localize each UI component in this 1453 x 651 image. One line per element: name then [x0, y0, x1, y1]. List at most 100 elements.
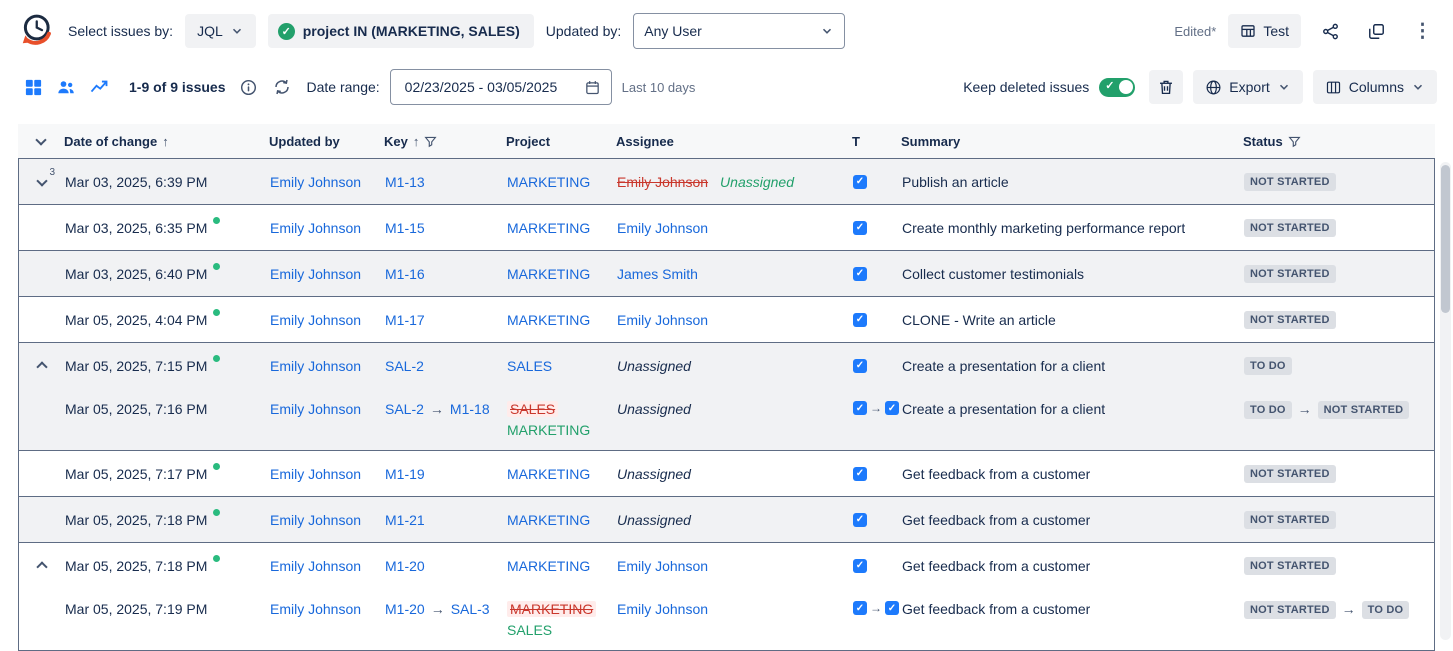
- keep-deleted-label: Keep deleted issues: [963, 79, 1089, 95]
- grid-view-icon[interactable]: [24, 78, 43, 97]
- date-text: Mar 03, 2025, 6:40 PM: [65, 266, 207, 282]
- summary-text: Create a presentation for a client: [902, 401, 1105, 417]
- project-link[interactable]: MARKETING: [507, 512, 590, 528]
- date-text: Mar 05, 2025, 7:15 PM: [65, 358, 207, 374]
- updated-by-select[interactable]: Any User: [633, 13, 845, 49]
- assignee-cell: Emily Johnson: [617, 558, 853, 574]
- summary-text: Create monthly marketing performance rep…: [902, 220, 1185, 236]
- column-header-key[interactable]: Key ↑: [384, 134, 506, 149]
- assignee-link[interactable]: Emily Johnson: [617, 558, 708, 574]
- updated-by-link[interactable]: Emily Johnson: [270, 558, 361, 574]
- test-view-button[interactable]: Test: [1228, 14, 1301, 48]
- column-header-updated-by[interactable]: Updated by: [269, 134, 384, 149]
- column-header-summary[interactable]: Summary: [901, 134, 1243, 149]
- project-link[interactable]: MARKETING: [507, 220, 590, 236]
- key-link[interactable]: M1-15: [385, 220, 425, 236]
- assignee-link[interactable]: Emily Johnson: [617, 601, 708, 617]
- date-text: Mar 03, 2025, 6:35 PM: [65, 220, 207, 236]
- column-header-type[interactable]: T: [852, 134, 901, 149]
- assignee-cell: Unassigned: [617, 358, 853, 374]
- summary-text: Get feedback from a customer: [902, 466, 1090, 482]
- key-link[interactable]: SAL-2: [385, 358, 424, 374]
- updated-by-link[interactable]: Emily Johnson: [270, 266, 361, 282]
- assignee-cell: James Smith: [617, 266, 853, 282]
- status-cell: NOT STARTED→TO DO: [1244, 601, 1434, 619]
- date-range-input[interactable]: 02/23/2025 - 03/05/2025: [390, 69, 612, 105]
- status-cell: NOT STARTED: [1244, 311, 1434, 329]
- key-link[interactable]: M1-21: [385, 512, 425, 528]
- project-link[interactable]: MARKETING: [507, 558, 590, 574]
- jql-dropdown-button[interactable]: JQL: [185, 14, 256, 48]
- keep-deleted-toggle[interactable]: [1099, 78, 1135, 97]
- columns-button[interactable]: Columns: [1313, 70, 1437, 104]
- share-button[interactable]: [1313, 14, 1347, 48]
- task-type-icon: ✓: [853, 601, 867, 615]
- more-menu-button[interactable]: ⋮: [1405, 14, 1439, 48]
- chart-view-icon[interactable]: [89, 77, 109, 97]
- scrollbar-thumb[interactable]: [1441, 165, 1450, 313]
- assignee-cell: Emily JohnsonUnassigned: [617, 174, 853, 190]
- column-header-assignee[interactable]: Assignee: [616, 134, 852, 149]
- updated-by-link[interactable]: Emily Johnson: [270, 466, 361, 482]
- key-link[interactable]: M1-19: [385, 466, 425, 482]
- project-link[interactable]: SALES: [507, 358, 552, 374]
- filter-funnel-icon[interactable]: [1288, 135, 1301, 148]
- table-row: 3Mar 03, 2025, 6:39 PMEmily JohnsonM1-13…: [19, 159, 1434, 204]
- date-text: Mar 05, 2025, 7:19 PM: [65, 601, 207, 617]
- project-link[interactable]: MARKETING: [507, 266, 590, 282]
- column-header-date[interactable]: Date of change ↑: [64, 134, 269, 149]
- status-badge-new: TO DO: [1362, 601, 1410, 619]
- updated-by-link[interactable]: Emily Johnson: [270, 512, 361, 528]
- updated-by-link[interactable]: Emily Johnson: [270, 220, 361, 236]
- refresh-icon[interactable]: [273, 78, 291, 96]
- updated-by-link[interactable]: Emily Johnson: [270, 174, 361, 190]
- key-link[interactable]: M1-20: [385, 558, 425, 574]
- change-group: Mar 05, 2025, 7:18 PMEmily JohnsonM1-20M…: [19, 543, 1434, 650]
- key-link[interactable]: M1-16: [385, 266, 425, 282]
- key-link-old[interactable]: M1-20: [385, 601, 425, 617]
- jql-filter-chip[interactable]: ✓ project IN (MARKETING, SALES): [268, 14, 534, 48]
- updated-by-link[interactable]: Emily Johnson: [270, 312, 361, 328]
- column-header-status[interactable]: Status: [1243, 134, 1435, 149]
- key-link-new[interactable]: M1-18: [450, 401, 490, 417]
- collapse-chevron-icon[interactable]: [34, 556, 50, 575]
- key-link[interactable]: M1-17: [385, 312, 425, 328]
- updated-by-cell: Emily Johnson: [270, 401, 385, 417]
- key-link-old[interactable]: SAL-2: [385, 401, 424, 417]
- updated-by-link[interactable]: Emily Johnson: [270, 358, 361, 374]
- new-change-dot: [213, 263, 220, 270]
- table-row: Mar 05, 2025, 7:15 PM Emily Johnson SAL-2 S…: [19, 343, 1434, 388]
- expander-cell: [19, 356, 65, 375]
- duplicate-button[interactable]: [1359, 14, 1393, 48]
- assignee-link[interactable]: Emily Johnson: [617, 220, 708, 236]
- task-type-icon: ✓: [853, 175, 867, 189]
- export-globe-icon: [1205, 79, 1222, 96]
- expand-chevron-icon[interactable]: 3: [34, 175, 50, 189]
- delete-button[interactable]: [1149, 70, 1183, 104]
- info-icon[interactable]: [240, 79, 257, 96]
- project-added[interactable]: SALES: [507, 622, 552, 638]
- export-button[interactable]: Export: [1193, 70, 1302, 104]
- assignee-link[interactable]: Emily Johnson: [617, 312, 708, 328]
- key-link-new[interactable]: SAL-3: [451, 601, 490, 617]
- project-link[interactable]: MARKETING: [507, 312, 590, 328]
- task-type-icon: ✓: [853, 559, 867, 573]
- filter-funnel-icon[interactable]: [424, 135, 437, 148]
- updated-by-link[interactable]: Emily Johnson: [270, 401, 361, 417]
- column-header-project[interactable]: Project: [506, 134, 616, 149]
- project-cell: SALESMARKETING: [507, 401, 617, 438]
- assignee-link[interactable]: James Smith: [617, 266, 698, 282]
- table-row: Mar 05, 2025, 4:04 PMEmily JohnsonM1-17M…: [19, 297, 1434, 342]
- date-cell: Mar 05, 2025, 7:16 PM: [65, 401, 270, 417]
- toolbar: 1-9 of 9 issues Date range: 02/23/2025 -…: [0, 64, 1453, 110]
- users-view-icon[interactable]: [56, 77, 76, 97]
- summary-cell: Create monthly marketing performance rep…: [902, 220, 1244, 236]
- expand-all-chevron-icon[interactable]: [33, 134, 49, 148]
- project-link[interactable]: MARKETING: [507, 466, 590, 482]
- key-link[interactable]: M1-13: [385, 174, 425, 190]
- vertical-scrollbar[interactable]: [1440, 162, 1451, 640]
- project-added[interactable]: MARKETING: [507, 422, 590, 438]
- project-link[interactable]: MARKETING: [507, 174, 590, 190]
- collapse-chevron-icon[interactable]: [34, 356, 50, 375]
- updated-by-link[interactable]: Emily Johnson: [270, 601, 361, 617]
